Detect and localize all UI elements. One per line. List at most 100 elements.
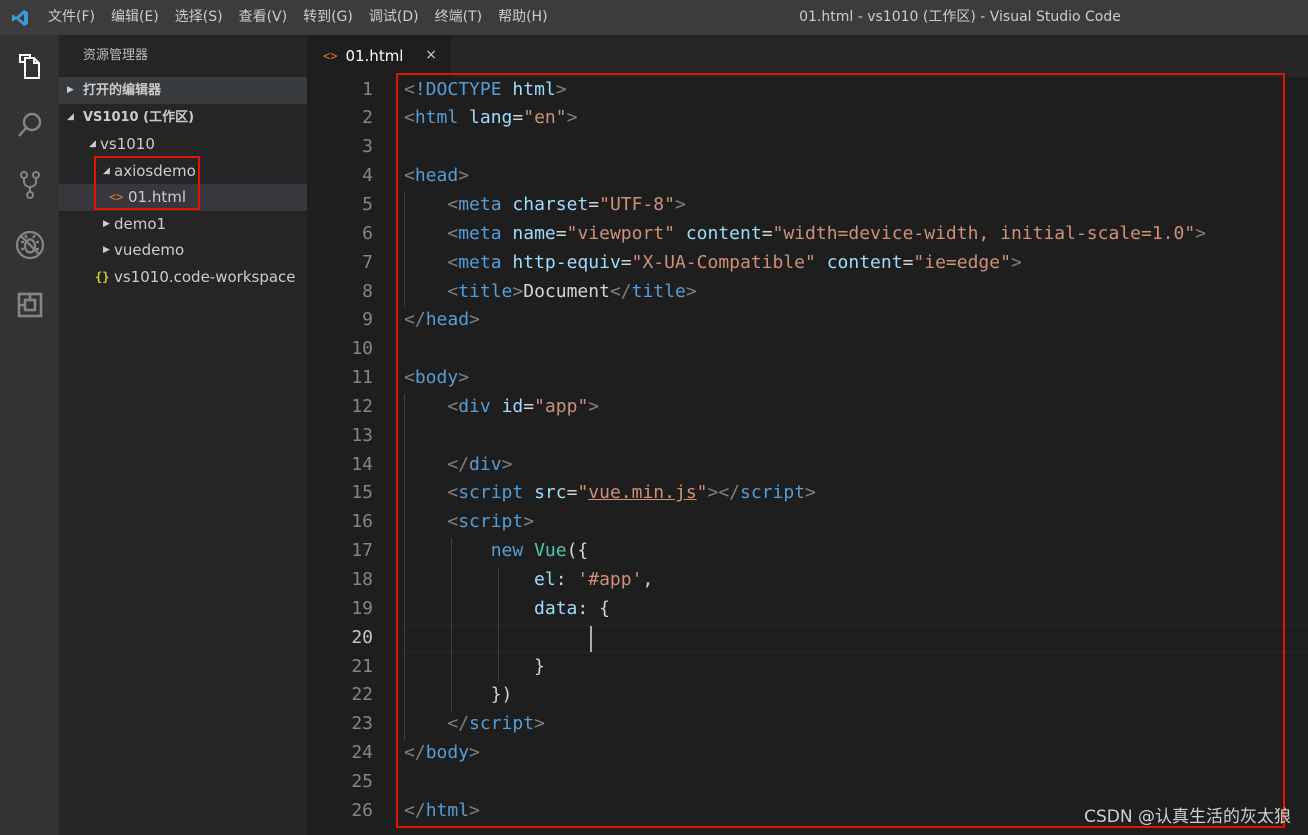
tab-01-html[interactable]: <> 01.html × — [307, 35, 451, 77]
code-line: </body> — [404, 742, 480, 763]
tab-label: 01.html — [345, 47, 404, 65]
code-token: > — [469, 309, 480, 331]
code-token: > — [1010, 251, 1022, 273]
tree-folder[interactable]: ◢ vs1010 — [59, 131, 307, 158]
menu-item[interactable]: 编辑(E) — [103, 0, 167, 35]
tree-folder[interactable]: ▶ vuedemo — [59, 237, 307, 264]
tree-item-label: vs1010.code-workspace — [114, 267, 296, 286]
menu-item[interactable]: 文件(F) — [40, 0, 103, 35]
line-number: 23 — [351, 713, 373, 735]
activity-bar — [0, 35, 59, 835]
explorer-icon[interactable] — [0, 42, 59, 92]
code-token: < — [447, 280, 459, 302]
debug-icon[interactable] — [0, 220, 59, 270]
tree-item-label: 01.html — [128, 188, 187, 206]
menu-item[interactable]: 查看(V) — [231, 0, 296, 35]
code-token: > — [458, 367, 470, 389]
sidebar-title: 资源管理器 — [83, 48, 149, 63]
code-token: </ — [404, 309, 426, 331]
tree-folder[interactable]: ◢ axiosdemo — [59, 158, 307, 185]
watermark: CSDN @认真生活的灰太狼 — [1084, 807, 1291, 827]
html-file-icon: <> — [323, 49, 338, 63]
code-token: < — [404, 367, 415, 389]
code-token: </ — [609, 280, 632, 302]
open-editors-section[interactable]: ▶ 打开的编辑器 — [59, 77, 307, 104]
code-token: = — [620, 251, 632, 273]
code-token: > — [674, 193, 686, 215]
source-control-icon[interactable] — [0, 160, 59, 210]
code-editor[interactable]: 1 2 3 4 5 6 7 8 9 10 11 12 13 14 15 16 17 18 19 20 21 22 23 24 2… — [307, 77, 1308, 835]
line-number-gutter: 1 2 3 4 5 6 7 8 9 10 11 12 13 14 15 16 17 18 19 20 21 22 23 24 2… — [307, 77, 395, 835]
close-icon[interactable]: × — [425, 47, 437, 63]
code-line: <html lang="en"> — [404, 107, 577, 128]
line-number: 8 — [362, 280, 373, 302]
menu-item[interactable]: 帮助(H) — [490, 0, 555, 35]
code-token: > — [523, 511, 535, 533]
code-area[interactable]: <!DOCTYPE html> <html lang="en"> <head> <m… — [404, 77, 1308, 835]
code-token: meta — [458, 193, 502, 215]
chevron-down-icon: ◢ — [103, 165, 110, 176]
menu-item[interactable]: 选择(S) — [167, 0, 231, 35]
code-token: = — [523, 395, 535, 417]
code-token: = — [761, 222, 773, 244]
code-token: id — [501, 395, 524, 417]
code-token: < — [447, 511, 459, 533]
code-token: vue.min.js — [588, 482, 697, 504]
line-number: 25 — [351, 770, 373, 792]
code-token: "width=device-width, initial-scale=1.0" — [772, 222, 1196, 244]
code-token: body — [425, 742, 470, 764]
line-number: 19 — [351, 597, 373, 619]
code-token: </ — [447, 713, 470, 735]
code-token: < — [447, 251, 459, 273]
code-token: content — [826, 251, 903, 273]
extensions-icon[interactable] — [0, 280, 59, 330]
window-title: 01.html - vs1010 (工作区) - Visual Studio C… — [799, 9, 1121, 25]
indent-guide — [404, 393, 405, 741]
line-number: 12 — [351, 395, 373, 417]
menu-item[interactable]: 调试(D) — [361, 0, 427, 35]
code-token: : — [555, 569, 578, 591]
search-icon[interactable] — [0, 100, 59, 150]
code-line: </head> — [404, 309, 480, 330]
code-token: Vue — [534, 540, 567, 562]
code-token: = — [566, 482, 578, 504]
code-token: head — [414, 165, 459, 187]
code-token: < — [447, 395, 459, 417]
line-number: 21 — [351, 655, 373, 677]
code-token: html — [425, 799, 470, 821]
workspace-section[interactable]: ◢ VS1010 (工作区) — [59, 104, 307, 131]
code-token: > — [534, 713, 545, 735]
code-token: " — [696, 482, 708, 504]
code-token: </ — [404, 799, 426, 821]
code-token: > — [588, 395, 600, 417]
tree-file[interactable]: {} vs1010.code-workspace — [59, 264, 307, 291]
json-file-icon: {} — [95, 269, 110, 284]
code-line: <div id="app"> — [404, 396, 599, 417]
code-token: > — [501, 453, 513, 475]
code-token: content — [685, 222, 762, 244]
code-token: "X-UA-Compatible" — [631, 251, 816, 273]
menu-item[interactable]: 终端(T) — [427, 0, 490, 35]
code-token: head — [425, 309, 470, 331]
menu-item[interactable]: 转到(G) — [295, 0, 361, 35]
chevron-down-icon: ◢ — [67, 112, 74, 122]
tree-file[interactable]: <> 01.html — [59, 184, 307, 211]
open-editors-label: 打开的编辑器 — [83, 83, 162, 98]
code-token: > — [555, 78, 567, 100]
tree-item-label: vuedemo — [114, 241, 185, 259]
tree-folder[interactable]: ▶ demo1 — [59, 211, 307, 238]
chevron-down-icon: ◢ — [89, 139, 96, 149]
code-line: <body> — [404, 367, 469, 388]
code-token: > — [469, 742, 480, 764]
